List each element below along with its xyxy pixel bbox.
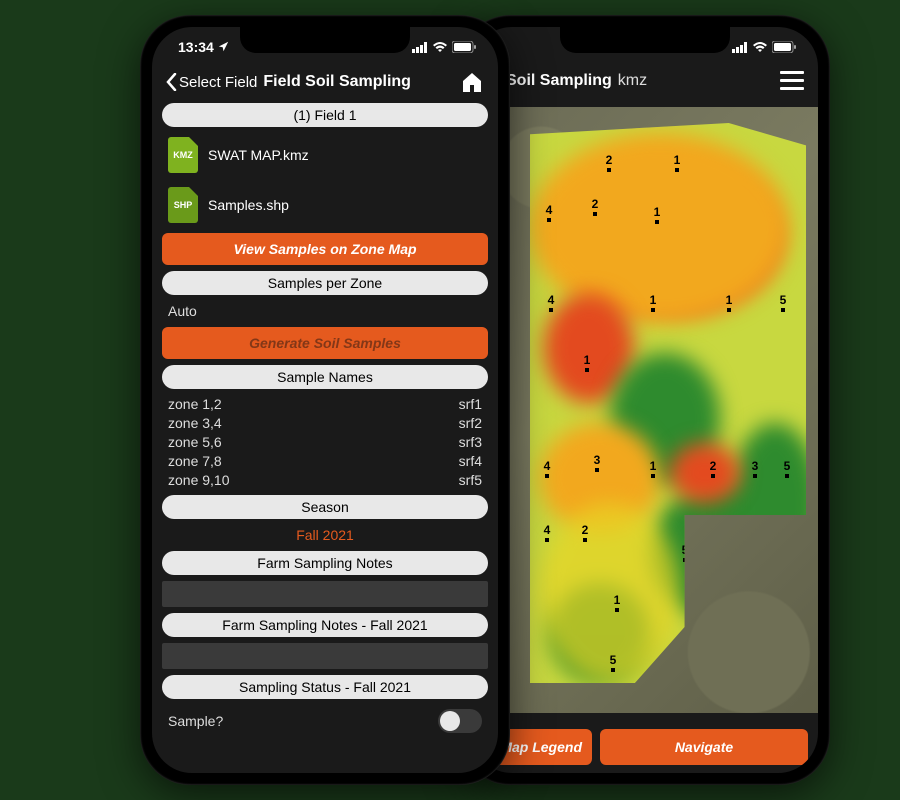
- sample-point[interactable]: 1: [650, 205, 664, 223]
- sample-point[interactable]: 1: [580, 353, 594, 371]
- menu-icon[interactable]: [780, 71, 804, 90]
- generate-samples-button[interactable]: Generate Soil Samples: [162, 327, 488, 359]
- screen-form: 13:34 Select Field Field Soil Sampling (…: [152, 27, 498, 773]
- field-header[interactable]: (1) Field 1: [162, 103, 488, 127]
- farm-notes-season-label[interactable]: Farm Sampling Notes - Fall 2021: [162, 613, 488, 637]
- wifi-icon: [432, 41, 448, 53]
- sample-row: zone 7,8srf4: [168, 452, 482, 471]
- farm-notes-season-input[interactable]: [162, 643, 488, 669]
- nav-bar-map: Soil Sampling kmz: [472, 67, 818, 100]
- sample-point[interactable]: 3: [590, 453, 604, 471]
- sample-point[interactable]: 1: [646, 293, 660, 311]
- kmz-file-icon: KMZ: [168, 137, 198, 173]
- sample-point[interactable]: 2: [602, 153, 616, 171]
- farm-notes-label[interactable]: Farm Sampling Notes: [162, 551, 488, 575]
- nav-bar-form: Select Field Field Soil Sampling: [152, 67, 498, 103]
- phone-map: Soil Sampling kmz 2142141151431235425515: [460, 15, 830, 785]
- form-content: (1) Field 1 KMZ SWAT MAP.kmz SHP Samples…: [152, 103, 498, 747]
- notch: [560, 27, 730, 53]
- page-title-map: Soil Sampling: [506, 72, 612, 90]
- sample-names-label[interactable]: Sample Names: [162, 365, 488, 389]
- signal-icon: [412, 42, 428, 53]
- sample-point[interactable]: 1: [646, 459, 660, 477]
- sample-point[interactable]: 4: [544, 293, 558, 311]
- sample-toggle-row: Sample?: [162, 705, 488, 737]
- sample-row: zone 3,4srf2: [168, 414, 482, 433]
- battery-icon: [452, 41, 476, 53]
- sample-point[interactable]: 1: [610, 593, 624, 611]
- chevron-left-icon: [166, 73, 177, 91]
- sample-row: zone 9,10srf5: [168, 471, 482, 490]
- sample-point[interactable]: 3: [748, 459, 762, 477]
- sample-point[interactable]: 1: [670, 153, 684, 171]
- sample-point[interactable]: 4: [540, 459, 554, 477]
- sample-point[interactable]: 5: [780, 459, 794, 477]
- file-name: Samples.shp: [208, 197, 289, 213]
- sample-point[interactable]: 2: [588, 197, 602, 215]
- samples-per-zone-label[interactable]: Samples per Zone: [162, 271, 488, 295]
- notch: [240, 27, 410, 53]
- signal-icon: [732, 42, 748, 53]
- back-label: Select Field: [179, 74, 257, 91]
- location-services-icon: [218, 39, 229, 55]
- samples-per-zone-value: Auto: [162, 301, 488, 321]
- sample-row: zone 5,6srf3: [168, 433, 482, 452]
- file-row-shp[interactable]: SHP Samples.shp: [162, 183, 488, 227]
- navigate-button[interactable]: Navigate: [600, 729, 808, 765]
- view-samples-button[interactable]: View Samples on Zone Map: [162, 233, 488, 265]
- map-bottom-bar: Map Legend Navigate: [482, 729, 808, 765]
- shp-file-icon: SHP: [168, 187, 198, 223]
- toggle-label: Sample?: [168, 713, 223, 729]
- sample-point[interactable]: 4: [542, 203, 556, 221]
- wifi-icon: [752, 41, 768, 53]
- sample-point[interactable]: 4: [540, 523, 554, 541]
- phone-form: 13:34 Select Field Field Soil Sampling (…: [140, 15, 510, 785]
- sample-row: zone 1,2srf1: [168, 395, 482, 414]
- sample-point[interactable]: 2: [706, 459, 720, 477]
- satellite-map[interactable]: 2142141151431235425515: [472, 107, 818, 713]
- season-label[interactable]: Season: [162, 495, 488, 519]
- season-value: Fall 2021: [162, 525, 488, 545]
- page-title: Field Soil Sampling: [263, 73, 411, 91]
- sample-point[interactable]: 1: [722, 293, 736, 311]
- status-time: 13:34: [178, 39, 214, 55]
- screen-map: Soil Sampling kmz 2142141151431235425515: [472, 27, 818, 773]
- sample-point[interactable]: 5: [606, 653, 620, 671]
- sample-point[interactable]: 5: [776, 293, 790, 311]
- file-row-kmz[interactable]: KMZ SWAT MAP.kmz: [162, 133, 488, 177]
- sample-toggle[interactable]: [438, 709, 482, 733]
- back-button[interactable]: Select Field: [166, 73, 257, 91]
- toggle-knob: [440, 711, 460, 731]
- file-name: SWAT MAP.kmz: [208, 147, 309, 163]
- farm-notes-input[interactable]: [162, 581, 488, 607]
- sample-point[interactable]: 2: [578, 523, 592, 541]
- battery-icon: [772, 41, 796, 53]
- home-icon[interactable]: [460, 71, 484, 93]
- page-subtitle-map: kmz: [618, 72, 647, 90]
- sample-names-table: zone 1,2srf1 zone 3,4srf2 zone 5,6srf3 z…: [162, 395, 488, 489]
- sampling-status-label[interactable]: Sampling Status - Fall 2021: [162, 675, 488, 699]
